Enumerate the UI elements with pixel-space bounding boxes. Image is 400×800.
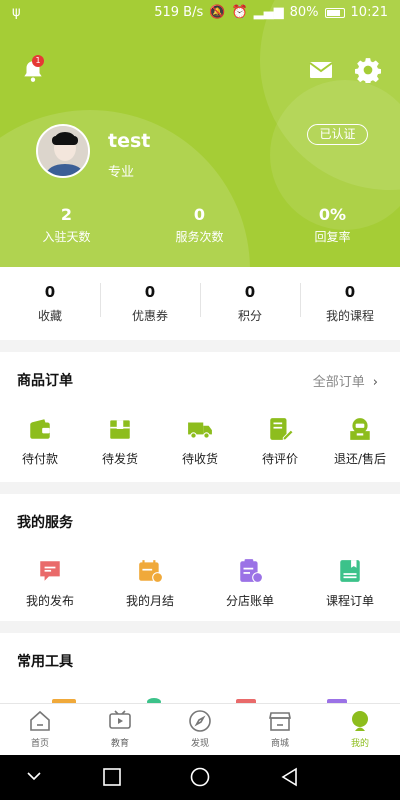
- username: test: [108, 130, 151, 152]
- recents-icon[interactable]: [103, 768, 121, 786]
- system-navigation-bar: [0, 755, 400, 800]
- summary-bar: 0 收藏 0 优惠券 0 积分 0 我的课程: [0, 267, 400, 340]
- alarm-icon: ⏰: [231, 5, 248, 20]
- clock: 10:21: [350, 5, 388, 20]
- summary-points[interactable]: 0 积分: [200, 283, 300, 324]
- video-icon: [109, 710, 131, 729]
- summary-coupons[interactable]: 0 优惠券: [100, 283, 200, 324]
- back-icon[interactable]: [280, 767, 298, 787]
- tools-title: 常用工具: [17, 654, 73, 670]
- chevron-down-icon[interactable]: [26, 770, 42, 782]
- order-pending-payment[interactable]: 待付款: [0, 416, 80, 467]
- tab-mine[interactable]: 我的: [320, 704, 400, 755]
- tab-mall[interactable]: 商城: [240, 704, 320, 755]
- stat-reply-rate: 0% 回复率: [314, 205, 351, 244]
- mail-icon[interactable]: [309, 60, 333, 80]
- tab-home[interactable]: 首页: [0, 704, 80, 755]
- battery-icon: [324, 7, 345, 18]
- home-icon: [30, 710, 50, 731]
- order-pending-shipment[interactable]: 待发货: [80, 416, 160, 467]
- gear-icon[interactable]: [355, 57, 381, 83]
- services-card: 我的服务 我的发布 我的月结 分店账单 课程订单: [0, 494, 400, 621]
- service-branch-bill[interactable]: 分店账单: [210, 558, 290, 609]
- tab-discover[interactable]: 发现: [160, 704, 240, 755]
- status-bar: ψ 519 B/s 🔕 ⏰ ▂▄▆ 80% 10:21: [0, 0, 400, 28]
- header-stats: 2 入驻天数 0 服务次数 0% 回复率: [0, 205, 400, 245]
- chevron-right-icon: ›: [372, 375, 378, 390]
- usb-icon: ψ: [12, 5, 21, 20]
- publish-icon: [40, 561, 60, 581]
- summary-my-courses[interactable]: 0 我的课程: [300, 283, 400, 324]
- wallet-icon: [30, 419, 50, 439]
- order-status-grid: 待付款 待发货 待收货 待评价 退还/售后: [0, 416, 400, 467]
- order-pending-review[interactable]: 待评价: [240, 416, 320, 467]
- bill-icon: [240, 559, 263, 583]
- compass-icon: [189, 710, 211, 732]
- course-icon: [340, 560, 360, 582]
- all-orders-link[interactable]: 全部订单 ›: [313, 371, 378, 390]
- stat-service-count: 0 服务次数: [175, 205, 224, 244]
- notification-badge: 1: [32, 55, 44, 67]
- order-pending-receipt[interactable]: 待收货: [160, 416, 240, 467]
- refund-icon: [350, 418, 370, 440]
- truck-icon: [188, 422, 212, 439]
- home-circle-icon[interactable]: [190, 767, 210, 787]
- tools-card: 常用工具: [0, 633, 400, 703]
- package-icon: [110, 420, 130, 439]
- service-monthly-settlement[interactable]: 我的月结: [110, 558, 190, 609]
- tab-education[interactable]: 教育: [80, 704, 160, 755]
- store-icon: [269, 712, 291, 731]
- calendar-icon: [139, 560, 163, 583]
- mute-icon: 🔕: [209, 5, 226, 20]
- stat-settled-days: 2 入驻天数: [42, 205, 91, 244]
- orders-title: 商品订单: [17, 373, 73, 389]
- review-icon: [270, 418, 293, 441]
- bottom-tab-bar: 首页 教育 发现 商城 我的: [0, 703, 400, 755]
- service-course-orders[interactable]: 课程订单: [310, 558, 390, 609]
- services-title: 我的服务: [17, 515, 73, 531]
- services-grid: 我的发布 我的月结 分店账单 课程订单: [0, 558, 400, 609]
- summary-favorites[interactable]: 0 收藏: [0, 283, 100, 324]
- profile-header: ψ 519 B/s 🔕 ⏰ ▂▄▆ 80% 10:21 1 test 专业 已认…: [0, 0, 400, 267]
- verified-badge: 已认证: [307, 124, 368, 145]
- orders-card: 商品订单 全部订单 › 待付款 待发货 待收货 待评价 退还/售后: [0, 352, 400, 482]
- service-my-posts[interactable]: 我的发布: [10, 558, 90, 609]
- avatar[interactable]: [36, 124, 90, 178]
- profile-icon: [352, 711, 368, 731]
- order-refund-after-sales[interactable]: 退还/售后: [320, 416, 400, 467]
- signal-icon: ▂▄▆: [253, 5, 284, 20]
- battery-level: 80%: [289, 5, 319, 20]
- net-speed: 519 B/s: [154, 5, 204, 20]
- user-tag: 专业: [108, 165, 135, 180]
